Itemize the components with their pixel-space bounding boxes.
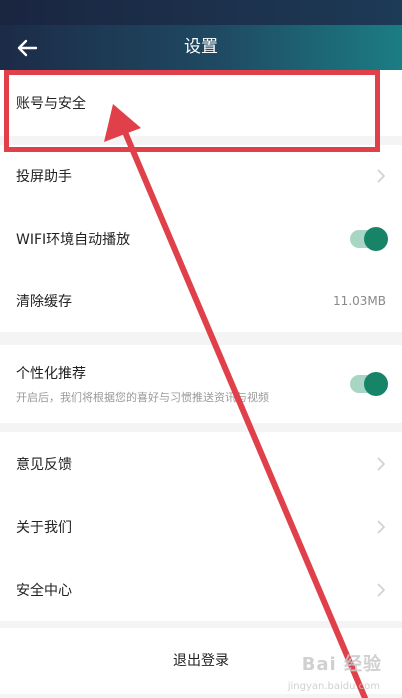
account-security-label: 账号与安全 <box>16 96 86 112</box>
watermark-logo: Bai 经验 <box>301 654 382 675</box>
cast-assistant-row[interactable]: 投屏助手 <box>0 145 402 207</box>
chevron-right-icon <box>377 519 386 534</box>
chevron-right-icon <box>377 169 386 183</box>
chevron-right-icon <box>377 456 386 471</box>
wifi-autoplay-toggle[interactable] <box>350 226 388 251</box>
chevron-right-icon <box>377 582 386 597</box>
security-center-row[interactable]: 安全中心 <box>0 558 402 621</box>
clear-cache-label: 清除缓存 <box>16 294 72 310</box>
feedback-row[interactable]: 意见反馈 <box>0 432 402 495</box>
recommend-group: 个性化推荐 开启后，我们将根据您的喜好与习惯推送资讯与视频 <box>0 345 402 423</box>
back-arrow-icon <box>17 39 38 57</box>
general-settings-group: 投屏助手 WIFI环境自动播放 清除缓存 11.03MB <box>0 145 402 332</box>
about-us-row[interactable]: 关于我们 <box>0 495 402 558</box>
watermark-url: jingyan.baidu.com <box>287 681 380 692</box>
feedback-label: 意见反馈 <box>16 456 72 473</box>
personalized-recommend-row[interactable]: 个性化推荐 开启后，我们将根据您的喜好与习惯推送资讯与视频 <box>0 345 402 423</box>
recommend-description: 开启后，我们将根据您的喜好与习惯推送资讯与视频 <box>16 391 269 404</box>
cast-assistant-label: 投屏助手 <box>16 169 72 185</box>
wifi-autoplay-row[interactable]: WIFI环境自动播放 <box>0 207 402 270</box>
recommend-toggle[interactable] <box>350 372 388 396</box>
account-security-row[interactable]: 账号与安全 <box>0 70 402 136</box>
recommend-text: 个性化推荐 开启后，我们将根据您的喜好与习惯推送资讯与视频 <box>16 363 269 405</box>
account-group: 账号与安全 <box>0 70 402 136</box>
toggle-knob <box>364 226 388 251</box>
cache-size-value: 11.03MB <box>333 294 386 308</box>
status-bar <box>0 0 402 25</box>
security-center-label: 安全中心 <box>16 582 72 599</box>
nav-bar: 设置 <box>0 25 402 70</box>
about-us-label: 关于我们 <box>16 519 72 536</box>
back-button[interactable] <box>12 33 42 63</box>
wifi-autoplay-label: WIFI环境自动播放 <box>16 231 131 248</box>
about-group: 意见反馈 关于我们 安全中心 <box>0 432 402 621</box>
toggle-knob <box>364 372 388 396</box>
page-title: 设置 <box>184 37 218 57</box>
recommend-label: 个性化推荐 <box>16 366 86 382</box>
clear-cache-row[interactable]: 清除缓存 11.03MB <box>0 270 402 332</box>
